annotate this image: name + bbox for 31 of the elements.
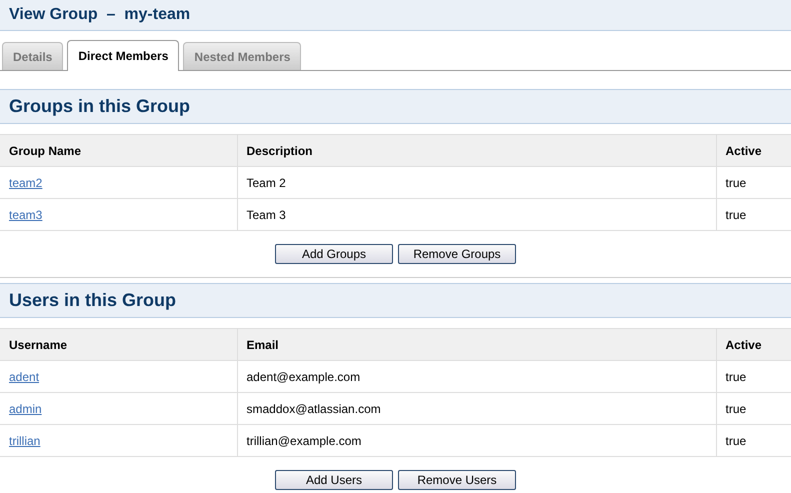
section-heading: Users in this Group [9, 289, 176, 312]
column-header: Username [0, 328, 237, 360]
table-cell: true [716, 424, 791, 456]
column-header: Group Name [0, 134, 237, 166]
link[interactable]: trillian [9, 434, 40, 448]
column-header: Active [716, 328, 791, 360]
column-header: Description [237, 134, 716, 166]
link[interactable]: adent [9, 370, 40, 384]
action-button[interactable]: Remove Groups [398, 244, 516, 264]
table-cell: smaddox@atlassian.com [237, 392, 716, 424]
link[interactable]: team3 [9, 208, 42, 222]
link[interactable]: admin [9, 402, 42, 416]
table-cell: true [716, 360, 791, 392]
column-header: Active [716, 134, 791, 166]
page-title: View Group – my-team [9, 5, 190, 25]
table-cell: Team 3 [237, 198, 716, 230]
tab[interactable]: Direct Members [67, 40, 180, 71]
tab[interactable]: Nested Members [183, 42, 302, 70]
action-button[interactable]: Add Groups [275, 244, 393, 264]
section-heading: Groups in this Group [9, 95, 190, 118]
column-header: Email [237, 328, 716, 360]
link[interactable]: team2 [9, 176, 42, 190]
table-cell: true [716, 392, 791, 424]
table-cell: true [716, 198, 791, 230]
tab[interactable]: Details [2, 42, 64, 70]
action-button[interactable]: Remove Users [398, 470, 516, 490]
table-cell: trillian@example.com [237, 424, 716, 456]
table-cell: Team 2 [237, 166, 716, 198]
action-button[interactable]: Add Users [275, 470, 393, 490]
table-cell: true [716, 166, 791, 198]
table-cell: adent@example.com [237, 360, 716, 392]
